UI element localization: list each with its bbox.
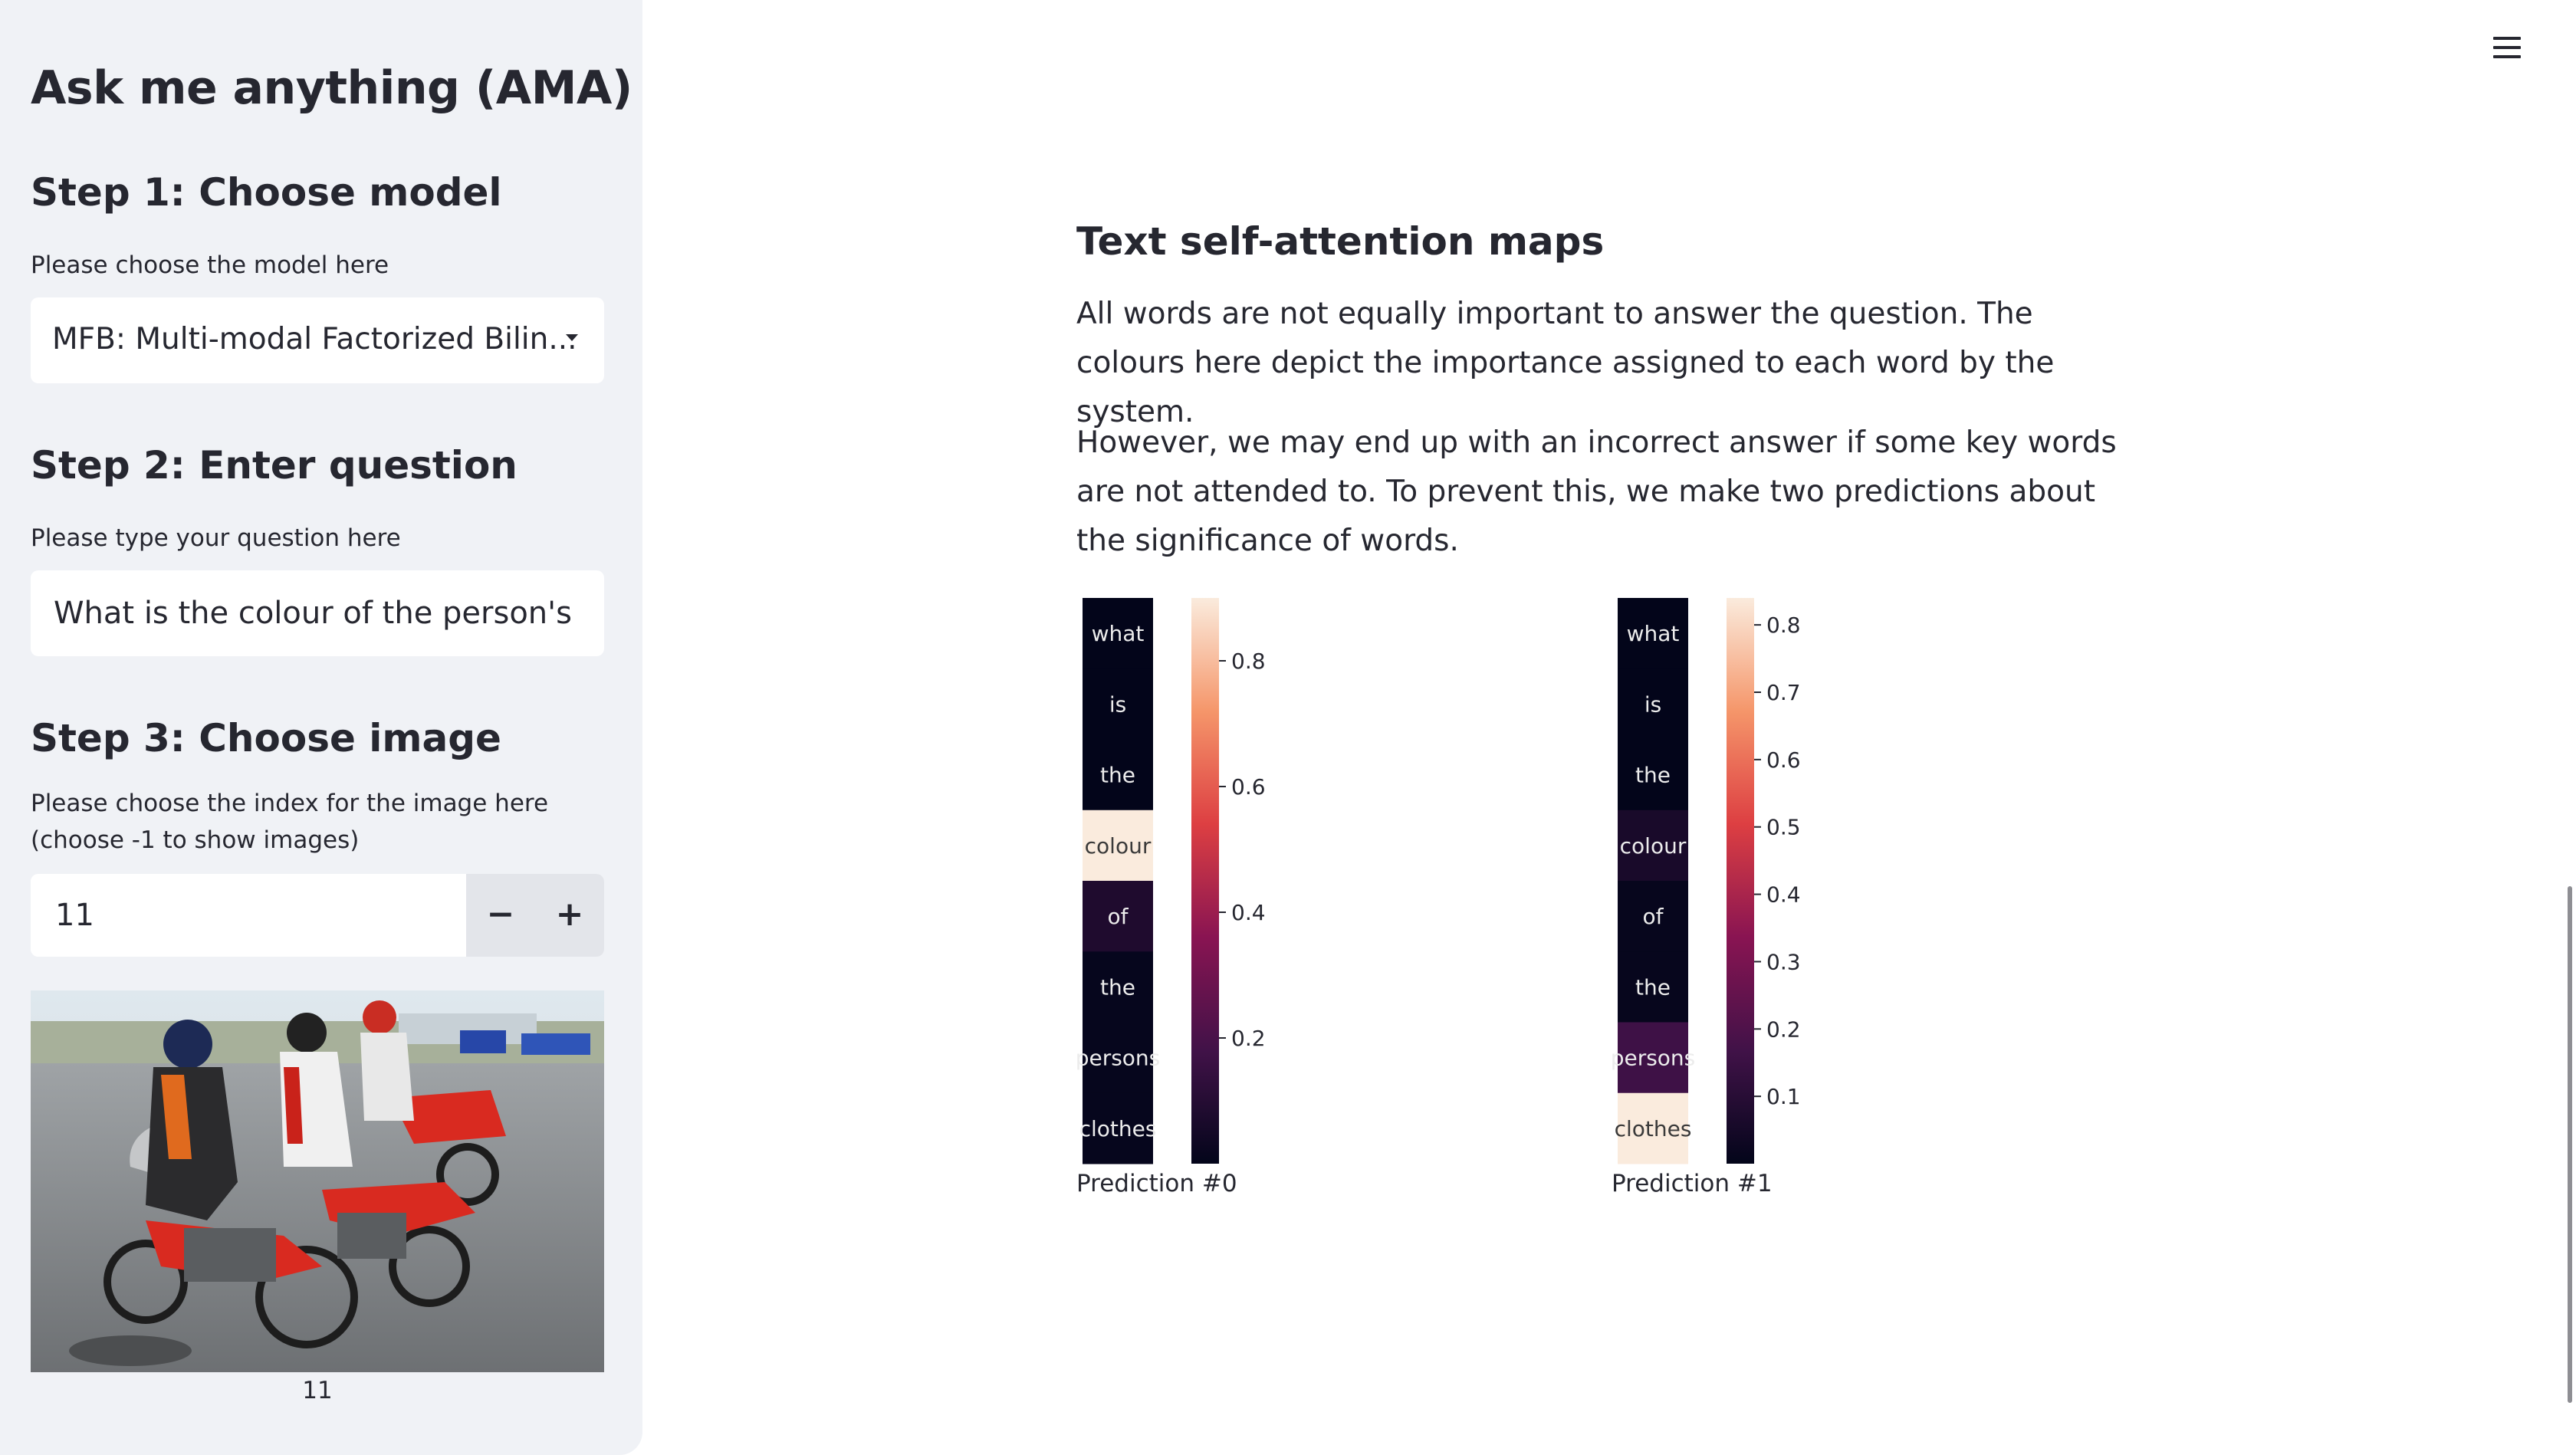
heatmap-cell-label: colour xyxy=(1620,833,1687,859)
app-title: Ask me anything (AMA) xyxy=(31,61,632,115)
hamburger-menu-icon[interactable] xyxy=(2490,32,2524,63)
model-select-value: MFB: Multi-modal Factorized Bilin... xyxy=(52,322,577,356)
selected-image xyxy=(31,990,604,1372)
colorbar-tick-label: 0.7 xyxy=(1766,680,1801,705)
colorbar-tick-label: 0.8 xyxy=(1231,649,1266,674)
heatmap-cell-label: persons xyxy=(1611,1046,1696,1071)
increment-button[interactable]: + xyxy=(535,874,604,957)
image-caption: 11 xyxy=(302,1377,333,1404)
heatmap-cell-label: is xyxy=(1644,691,1661,717)
heatmap-cell-label: persons xyxy=(1076,1046,1161,1071)
model-select[interactable]: MFB: Multi-modal Factorized Bilin... xyxy=(31,297,604,383)
heatmap-cell-label: colour xyxy=(1085,833,1152,859)
step3-heading: Step 3: Choose image xyxy=(31,716,501,760)
question-input[interactable] xyxy=(31,570,604,656)
prediction-label: Prediction #1 xyxy=(1612,1170,1773,1197)
colorbar xyxy=(1727,598,1754,1164)
paragraph-importance: All words are not equally important to a… xyxy=(1076,297,2055,429)
heatmap-cell-label: of xyxy=(1108,904,1129,929)
colorbar-tick-label: 0.4 xyxy=(1766,882,1801,908)
attention-heatmap-prediction-1: what is the colour of the persons clothes 0.1 0.2… xyxy=(1611,598,1801,1197)
prediction-label: Prediction #0 xyxy=(1076,1170,1237,1197)
colorbar-tick-label: 0.4 xyxy=(1231,900,1266,925)
heatmap-cell-label: clothes xyxy=(1615,1116,1692,1141)
section-title: Text self-attention maps xyxy=(1076,219,1605,264)
heatmap-cell-label: what xyxy=(1092,621,1145,646)
heatmap-cell-label: the xyxy=(1635,974,1671,1000)
question-input-label: Please type your question here xyxy=(31,524,401,552)
colorbar-tick-label: 0.6 xyxy=(1766,747,1801,773)
colorbar-tick-label: 0.1 xyxy=(1766,1084,1801,1109)
image-index-input[interactable] xyxy=(31,874,466,957)
paragraph-predictions: However, we may end up with an incorrect… xyxy=(1076,425,2117,558)
colorbar-tick-label: 0.6 xyxy=(1231,774,1266,800)
heatmap-cell-label: clothes xyxy=(1079,1116,1157,1141)
heatmap-cell-label: the xyxy=(1635,763,1671,788)
colorbar-tick-label: 0.8 xyxy=(1766,613,1801,638)
colorbar xyxy=(1191,598,1219,1164)
heatmap-cell-label: of xyxy=(1643,904,1664,929)
decrement-button[interactable]: − xyxy=(466,874,535,957)
colorbar-tick-label: 0.2 xyxy=(1231,1026,1266,1051)
image-index-stepper: − + xyxy=(31,874,604,957)
step2-heading: Step 2: Enter question xyxy=(31,443,518,488)
scrollbar-thumb[interactable] xyxy=(2568,886,2572,1403)
heatmap-cell-label: is xyxy=(1109,691,1126,717)
heatmap-cell-label: the xyxy=(1100,974,1135,1000)
heatmap-cell-label: the xyxy=(1100,763,1135,788)
attention-heatmap-prediction-0: what is the colour of the persons clothes 0.2 0.4… xyxy=(1076,598,1266,1197)
sidebar: Ask me anything (AMA) Step 1: Choose mod… xyxy=(0,0,642,1455)
colorbar-tick-label: 0.3 xyxy=(1766,949,1801,974)
image-index-label: Please choose the index for the image he… xyxy=(31,790,549,854)
model-select-label: Please choose the model here xyxy=(31,251,389,279)
heatmap-cell-label: what xyxy=(1627,621,1680,646)
chevron-down-icon xyxy=(566,334,578,341)
colorbar-tick-label: 0.5 xyxy=(1766,815,1801,840)
step1-heading: Step 1: Choose model xyxy=(31,170,502,215)
colorbar-tick-label: 0.2 xyxy=(1766,1017,1801,1042)
